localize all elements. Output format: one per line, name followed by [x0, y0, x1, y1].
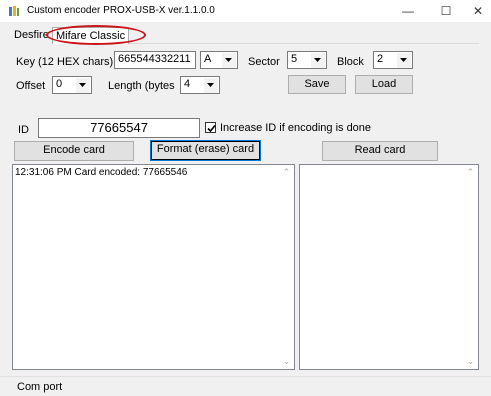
chevron-down-icon — [396, 53, 411, 68]
id-input[interactable]: 77665547 — [38, 118, 200, 138]
read-scrollbar[interactable]: ⌃ ⌄ — [463, 165, 478, 369]
log-line: 12:31:06 PM Card encoded: 77665546 — [15, 167, 188, 178]
scroll-up-icon[interactable]: ⌃ — [279, 165, 294, 180]
status-bar: Com port — [0, 376, 491, 396]
load-button[interactable]: Load — [355, 75, 413, 94]
key-type-select[interactable]: A — [200, 51, 238, 69]
chevron-down-icon — [310, 53, 325, 68]
read-card-button[interactable]: Read card — [322, 141, 438, 161]
sector-value: 5 — [291, 53, 298, 65]
scroll-down-icon[interactable]: ⌄ — [279, 354, 294, 369]
scroll-down-icon[interactable]: ⌄ — [463, 354, 478, 369]
block-value: 2 — [377, 53, 384, 65]
window-title: Custom encoder PROX-USB-X ver.1.1.0.0 — [27, 5, 215, 16]
close-button[interactable]: ✕ — [458, 0, 491, 22]
app-icon — [8, 5, 20, 17]
checkmark-icon — [207, 124, 216, 133]
key-type-value: A — [204, 53, 212, 65]
chevron-down-icon — [203, 78, 218, 93]
encode-card-button[interactable]: Encode card — [14, 141, 134, 161]
status-text: Com port — [17, 381, 63, 393]
log-pane[interactable]: 12:31:06 PM Card encoded: 77665546 ⌃ ⌄ — [12, 164, 295, 370]
offset-value: 0 — [56, 78, 63, 90]
offset-select[interactable]: 0 — [52, 76, 92, 94]
offset-label: Offset — [16, 80, 46, 92]
title-bar: Custom encoder PROX-USB-X ver.1.1.0.0 — … — [0, 0, 491, 22]
sector-label: Sector — [248, 56, 280, 68]
block-select[interactable]: 2 — [373, 51, 413, 69]
block-label: Block — [337, 56, 364, 68]
id-label: ID — [18, 124, 29, 136]
scroll-up-icon[interactable]: ⌃ — [463, 165, 478, 180]
increase-id-checkbox[interactable] — [205, 122, 216, 133]
save-button[interactable]: Save — [288, 75, 346, 94]
chevron-down-icon — [221, 53, 236, 68]
format-card-button[interactable]: Format (erase) card — [150, 140, 261, 161]
minimize-button[interactable]: — — [388, 0, 428, 22]
tab-desfire[interactable]: Desfire — [11, 27, 52, 44]
length-value: 4 — [184, 78, 191, 90]
key-label: Key (12 HEX chars) — [16, 56, 114, 68]
tab-mifare-classic[interactable]: Mifare Classic — [52, 27, 130, 44]
key-input[interactable]: 665544332211 — [114, 51, 196, 69]
log-scrollbar[interactable]: ⌃ ⌄ — [279, 165, 294, 369]
chevron-down-icon — [75, 78, 90, 93]
read-output-pane[interactable]: ⌃ ⌄ — [299, 164, 479, 370]
increase-id-label: Increase ID if encoding is done — [220, 122, 372, 134]
length-label: Length (bytes — [108, 80, 175, 92]
sector-select[interactable]: 5 — [287, 51, 327, 69]
length-select[interactable]: 4 — [180, 76, 220, 94]
